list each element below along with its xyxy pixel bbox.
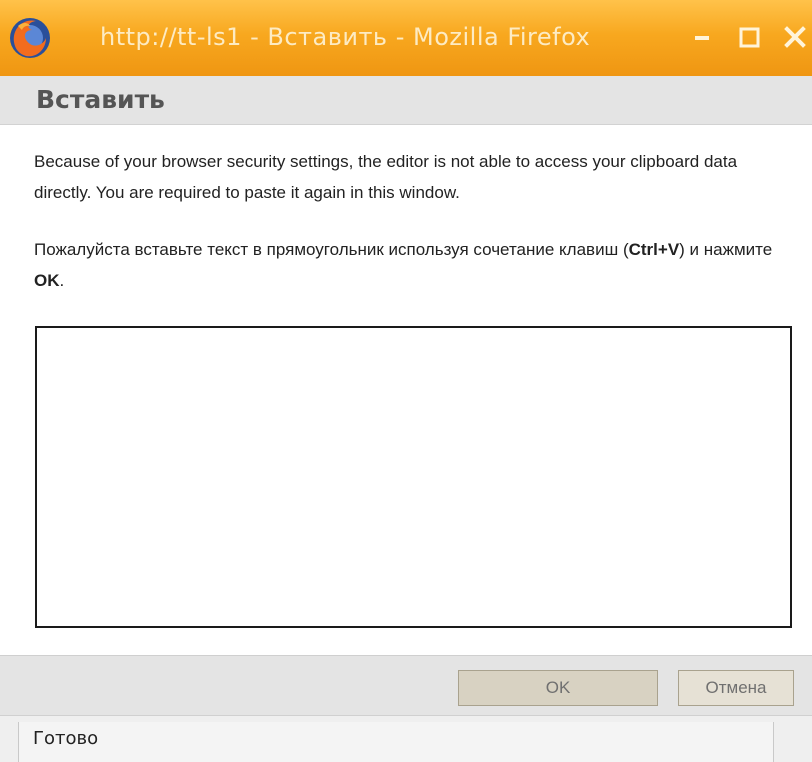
instruction-text-end: . xyxy=(59,271,65,290)
minimize-button[interactable] xyxy=(684,18,724,58)
instruction-text-middle: ) и нажмите xyxy=(679,240,773,259)
ok-button[interactable]: OK xyxy=(458,670,658,706)
maximize-button[interactable] xyxy=(730,18,770,58)
minimize-icon xyxy=(695,36,709,40)
security-message: Because of your browser security setting… xyxy=(34,152,738,202)
close-button[interactable] xyxy=(775,18,812,58)
close-icon xyxy=(784,26,806,48)
firefox-logo-icon xyxy=(10,18,50,58)
maximize-icon xyxy=(739,27,760,48)
dialog-header: Вставить xyxy=(0,76,812,125)
browser-window: http://tt-ls1 - Вставить - Mozilla Firef… xyxy=(0,0,812,762)
status-panel: Готово xyxy=(18,722,774,762)
dialog-footer: OK Отмена xyxy=(0,655,812,716)
ok-word: OK xyxy=(34,271,60,290)
paste-textarea[interactable] xyxy=(35,326,792,628)
paste-instruction: Пожалуйста вставьте текст в прямоугольни… xyxy=(34,234,794,296)
cancel-button[interactable]: Отмена xyxy=(678,670,794,706)
status-bar: Готово xyxy=(0,715,812,762)
dialog-title: Вставить xyxy=(36,85,165,114)
shortcut-key: Ctrl+V xyxy=(628,240,680,259)
instruction-text-start: Пожалуйста вставьте текст в прямоугольни… xyxy=(34,240,629,259)
status-text: Готово xyxy=(33,728,99,749)
title-bar[interactable]: http://tt-ls1 - Вставить - Mozilla Firef… xyxy=(0,0,812,76)
dialog-body: Because of your browser security setting… xyxy=(0,125,812,655)
window-title: http://tt-ls1 - Вставить - Mozilla Firef… xyxy=(100,23,591,51)
